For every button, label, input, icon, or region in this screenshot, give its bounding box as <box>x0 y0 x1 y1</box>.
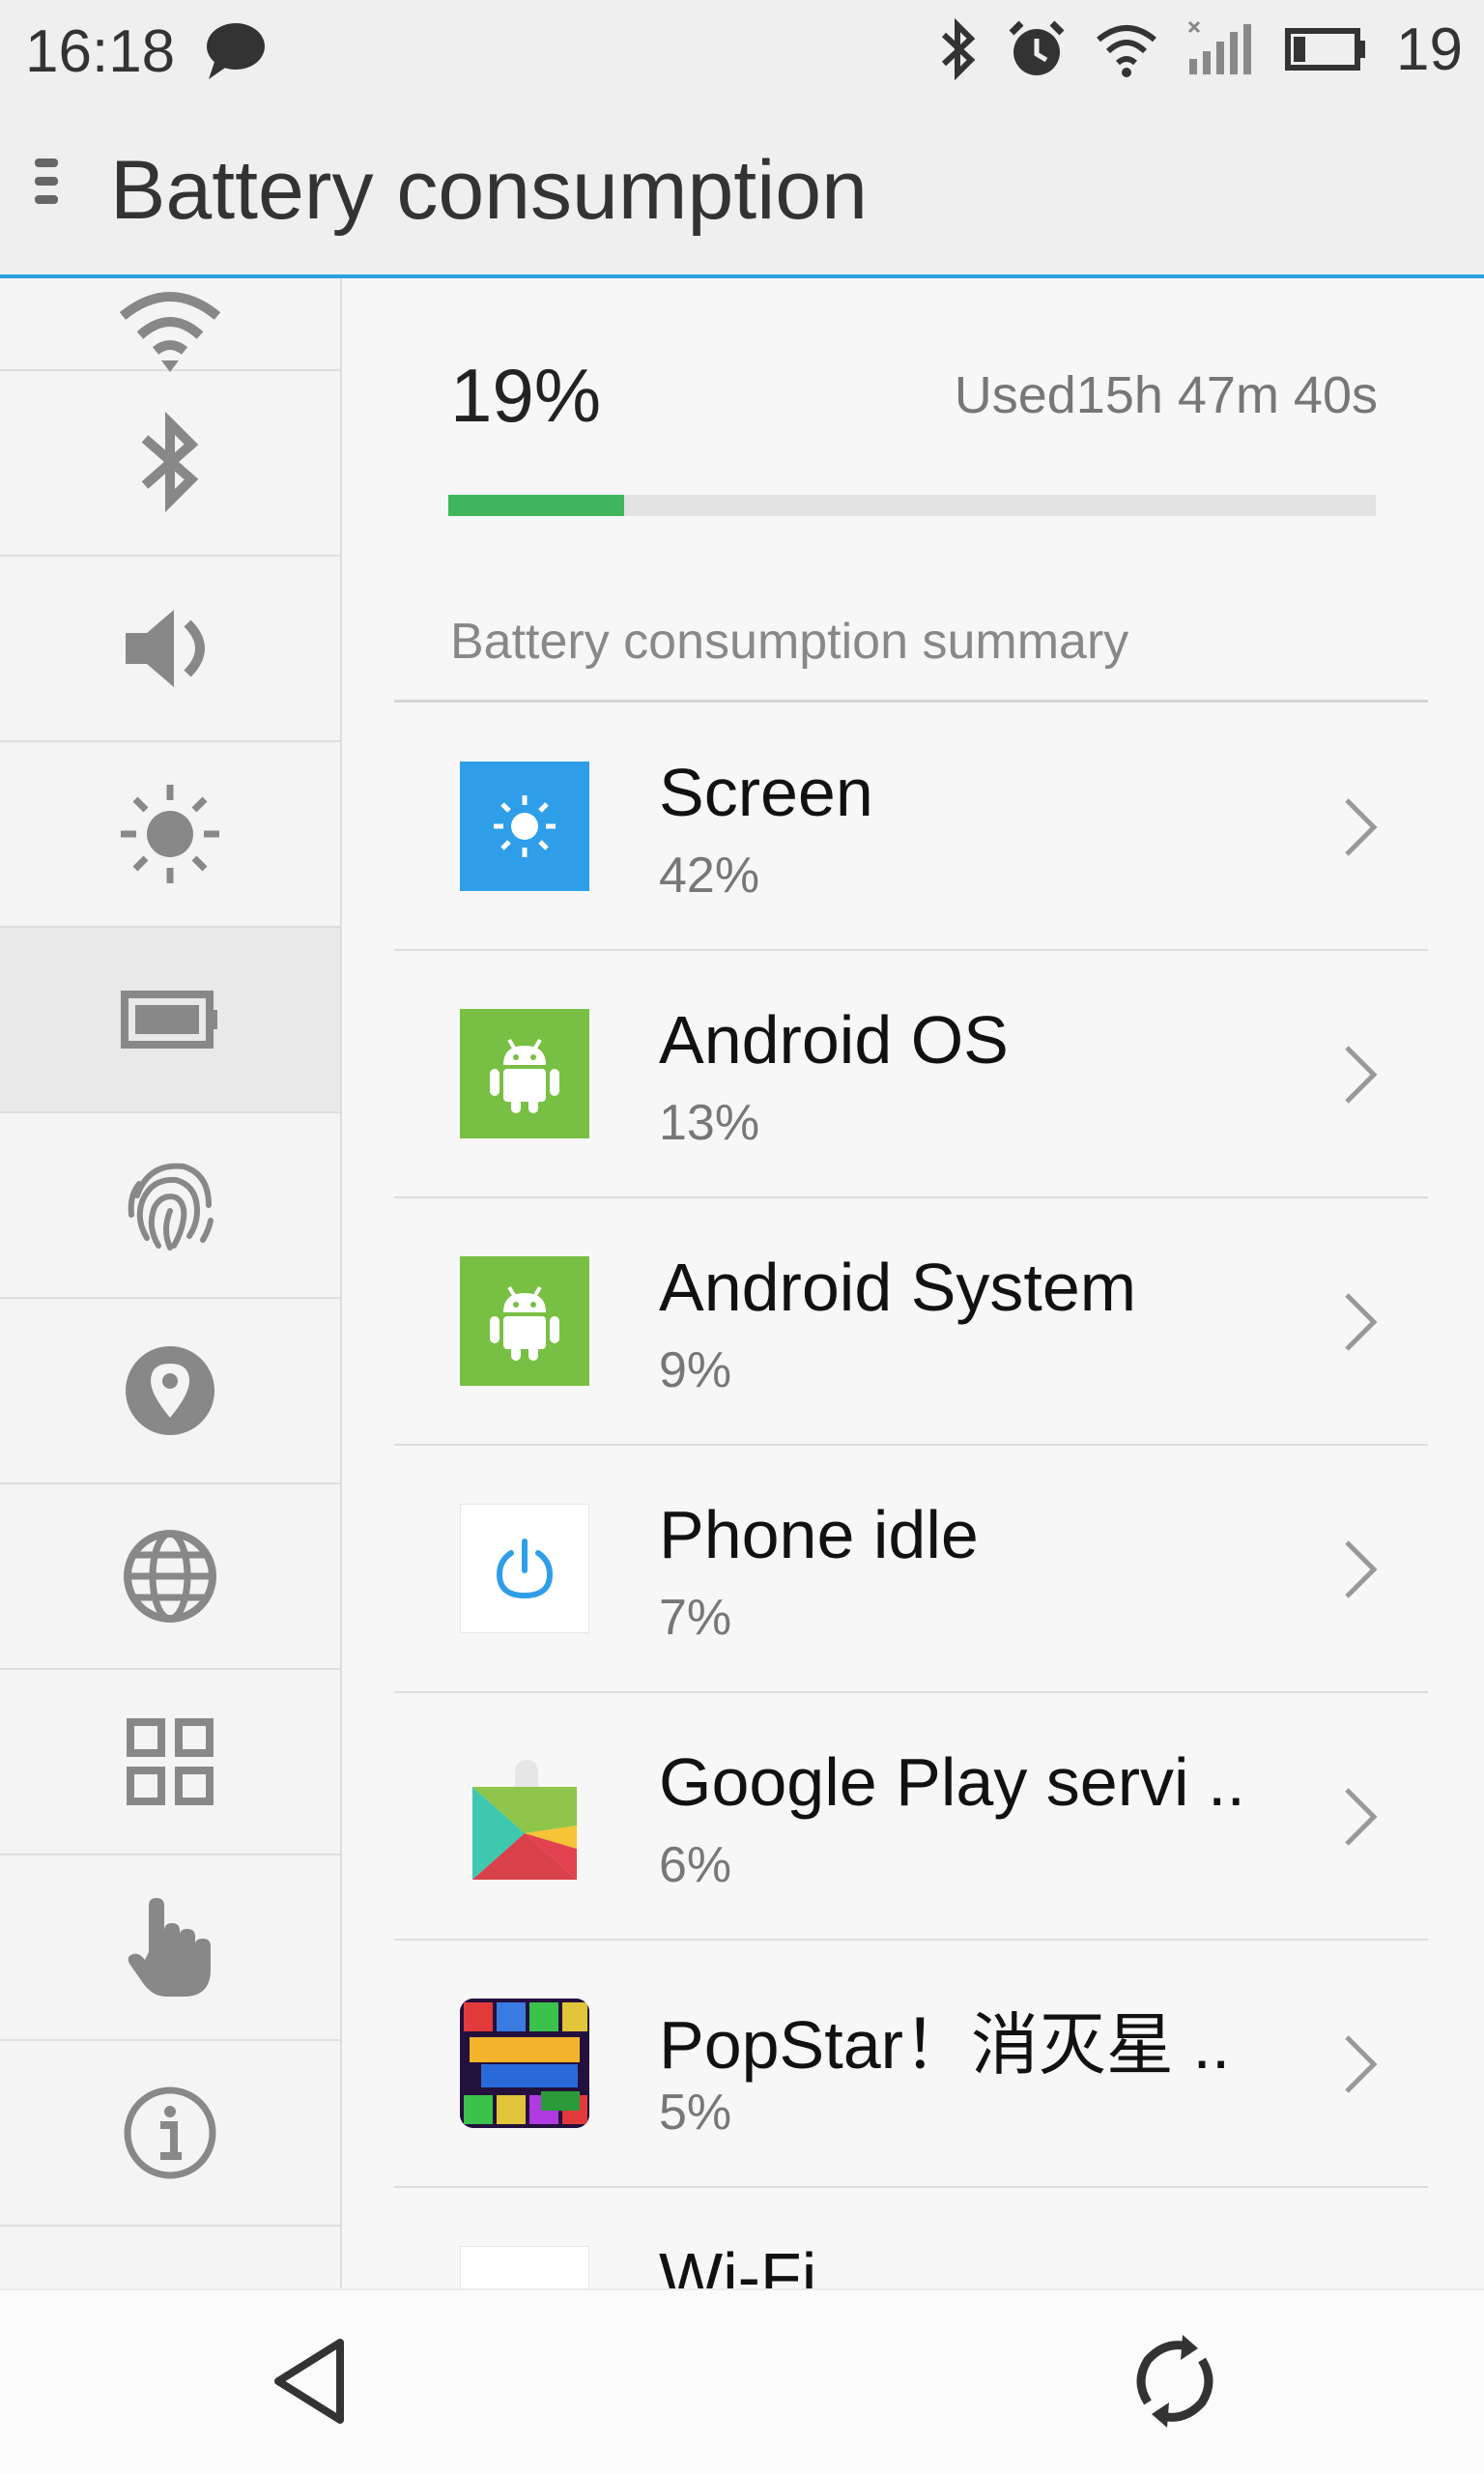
back-icon[interactable] <box>267 2333 354 2430</box>
globe-icon <box>124 1530 216 1623</box>
battery-used-time: Used15h 47m 40s <box>954 366 1378 424</box>
wifi-app-icon <box>460 2246 589 2288</box>
chevron-right-icon <box>1345 1540 1378 1598</box>
apps-grid-icon <box>127 1718 214 1805</box>
list-item-wifi[interactable]: Wi-Fi <box>394 2188 1428 2288</box>
battery-percent: 19% <box>450 353 602 438</box>
fingerprint-icon <box>128 1163 214 1251</box>
list-item-name: Android OS <box>659 1002 1009 1078</box>
list-item-percent: 42% <box>659 848 760 904</box>
list-item-percent: 13% <box>659 1095 760 1151</box>
wifi-icon <box>1097 25 1156 77</box>
list-item-name: Wi-Fi <box>659 2239 817 2288</box>
list-item-name: PopStar！消灭星 .. <box>659 2007 1231 2083</box>
list-item-name: Phone idle <box>659 1497 979 1572</box>
sidebar-item-wifi[interactable] <box>0 186 340 372</box>
list-item-popstar[interactable]: PopStar！消灭星 .. 5% <box>394 1941 1428 2188</box>
sidebar-item-brightness[interactable] <box>0 742 340 928</box>
chevron-right-icon <box>1345 1046 1378 1104</box>
list-item-percent: 5% <box>659 2085 732 2141</box>
chevron-right-icon <box>1345 1788 1378 1846</box>
power-icon <box>460 1504 589 1633</box>
sidebar-item-about[interactable] <box>0 2041 340 2227</box>
battery-progress-fill <box>448 495 625 516</box>
section-divider <box>394 700 1428 703</box>
alarm-icon <box>1009 20 1065 75</box>
list-item-screen[interactable]: Screen 42% <box>394 704 1428 951</box>
status-icons: 19 <box>936 15 1463 83</box>
settings-sidebar <box>0 278 342 2288</box>
chevron-right-icon <box>1345 1293 1378 1351</box>
chevron-right-icon <box>1345 798 1378 856</box>
list-item-percent: 9% <box>659 1342 732 1398</box>
hand-gesture-icon <box>128 1898 211 1997</box>
sidebar-item-bluetooth[interactable] <box>0 371 340 557</box>
sidebar-item-location[interactable] <box>0 1299 340 1484</box>
chevron-right-icon <box>1345 2035 1378 2093</box>
list-item-name: Screen <box>659 755 873 830</box>
list-item-name: Android System <box>659 1250 1137 1325</box>
list-item-name: Google Play servi .. <box>659 1744 1245 1820</box>
google-play-services-icon <box>460 1751 589 1881</box>
sidebar-item-fingerprint[interactable] <box>0 1113 340 1299</box>
volume-icon <box>126 610 205 687</box>
android-icon <box>460 1009 589 1138</box>
summary-title: Battery consumption summary <box>450 614 1129 670</box>
info-icon <box>124 2086 216 2179</box>
status-bar: 16:18 19 <box>0 0 1484 101</box>
sidebar-item-battery[interactable] <box>0 928 340 1113</box>
bluetooth-icon <box>941 17 976 81</box>
refresh-icon[interactable] <box>1127 2333 1223 2430</box>
status-time: 16:18 <box>25 18 176 85</box>
battery-progress-bar <box>448 495 1376 516</box>
popstar-app-icon <box>460 1999 589 2128</box>
battery-content: 19% Used15h 47m 40s Battery consumption … <box>342 278 1484 2288</box>
sidebar-item-gestures[interactable] <box>0 1856 340 2041</box>
android-icon <box>460 1256 589 1386</box>
navigation-bar <box>0 2288 1484 2474</box>
bluetooth-icon <box>141 411 199 513</box>
cell-signal-icon <box>1187 20 1252 74</box>
wifi-icon <box>119 292 221 372</box>
location-icon <box>126 1346 214 1435</box>
sidebar-item-volume[interactable] <box>0 557 340 742</box>
brightness-icon <box>121 785 219 883</box>
list-item-percent: 7% <box>659 1590 732 1646</box>
battery-icon <box>1285 28 1366 71</box>
list-item-android-system[interactable]: Android System 9% <box>394 1198 1428 1446</box>
sidebar-item-language[interactable] <box>0 1484 340 1670</box>
sidebar-item-apps[interactable] <box>0 1670 340 1856</box>
list-item-google-play-services[interactable]: Google Play servi .. 6% <box>394 1693 1428 1941</box>
chat-icon <box>203 19 267 88</box>
list-item-phone-idle[interactable]: Phone idle 7% <box>394 1446 1428 1693</box>
consumption-list: Screen 42% Android OS 13% Android System… <box>394 704 1428 2288</box>
list-item-percent: 6% <box>659 1837 732 1893</box>
battery-level-text: 19 <box>1396 15 1463 83</box>
list-item-android-os[interactable]: Android OS 13% <box>394 951 1428 1198</box>
screen-brightness-icon <box>460 762 589 891</box>
battery-icon <box>121 991 217 1049</box>
